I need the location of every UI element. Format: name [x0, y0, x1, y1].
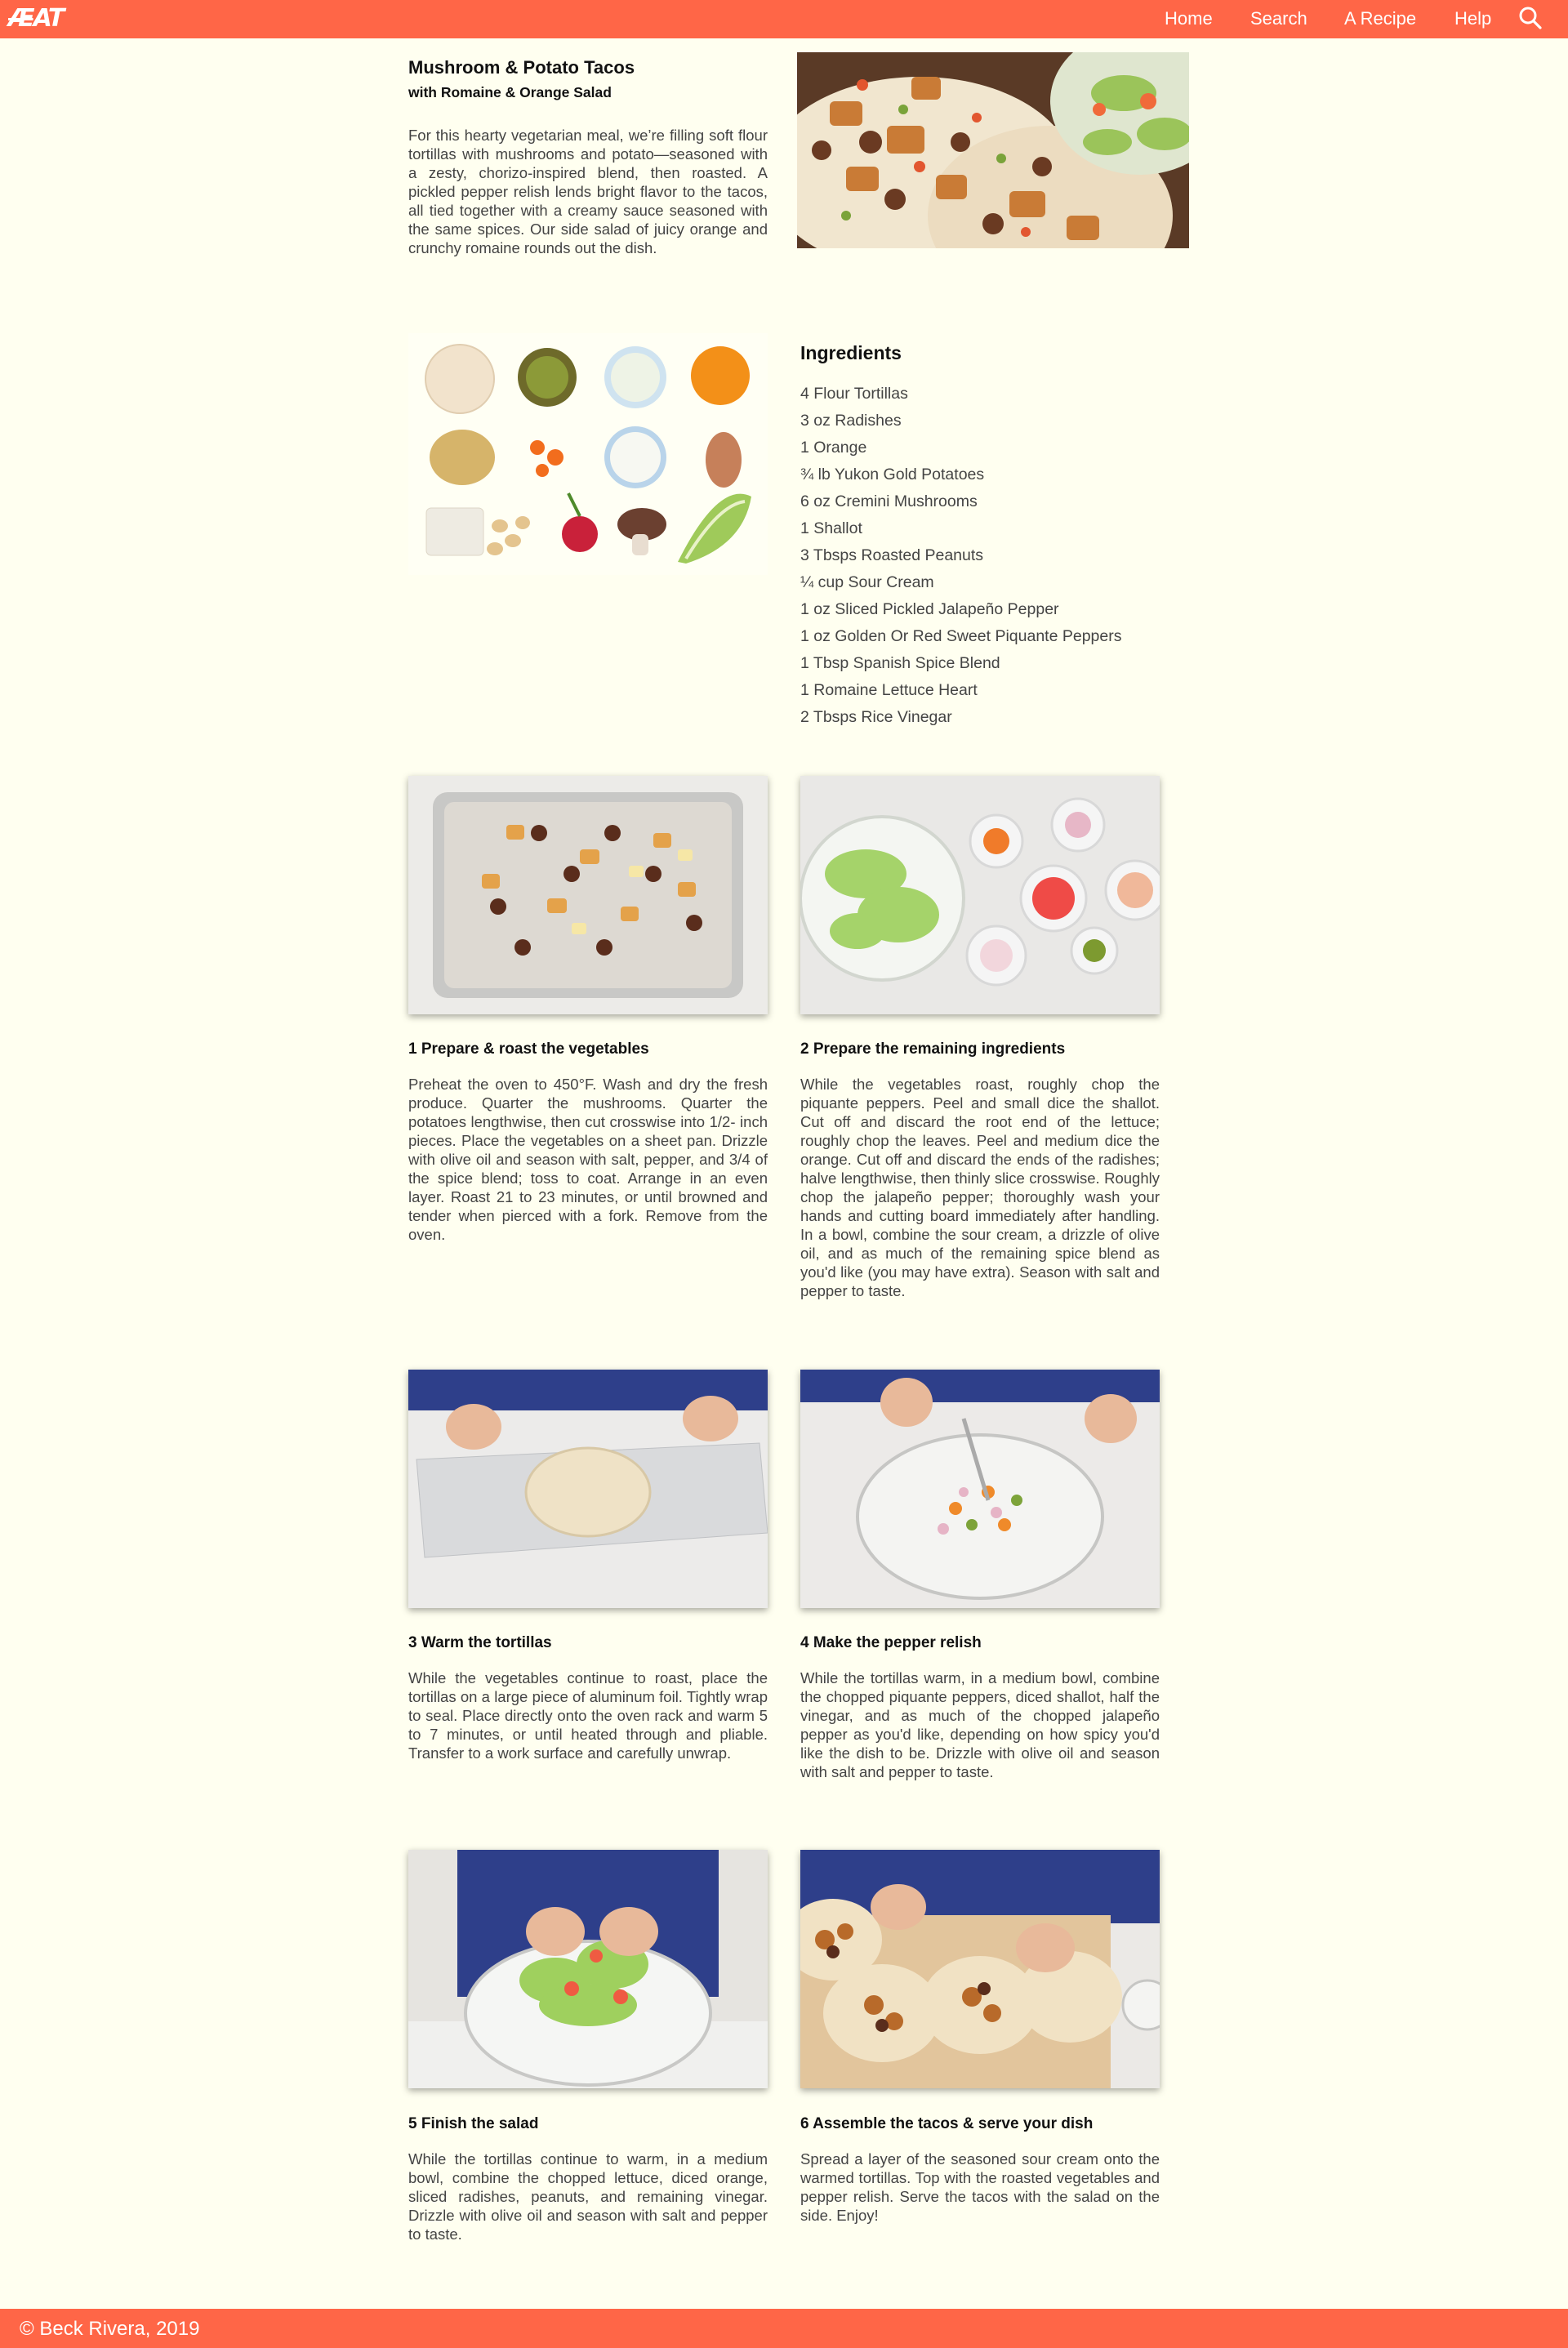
step-2-title: 2 Prepare the remaining ingredients: [800, 1040, 1066, 1058]
step-6-text: Spread a layer of the seasoned sour crea…: [800, 2150, 1160, 2224]
ingredient-item: 3 oz Radishes: [800, 412, 902, 430]
nav-home-link[interactable]: Home: [1165, 7, 1213, 30]
site-logo[interactable]: ÆAT: [8, 6, 69, 32]
ingredient-item: 1 Tbsp Spanish Spice Blend: [800, 654, 1000, 672]
recipe-description: For this hearty vegetarian meal, we’re f…: [408, 127, 768, 256]
ingredient-item: 1 oz Sliced Pickled Jalapeño Pepper: [800, 600, 1059, 618]
hero-tacos-photo: [797, 52, 1189, 248]
copyright-text: © Beck Rivera, 2019: [20, 2318, 200, 2340]
step-4-title: 4 Make the pepper relish: [800, 1634, 982, 1651]
ingredient-item: 1 Romaine Lettuce Heart: [800, 681, 978, 699]
ingredients-photo: [408, 333, 768, 575]
step-6-title: 6 Assemble the tacos & serve your dish: [800, 2115, 1094, 2132]
step-5-photo: [408, 1850, 768, 2088]
step-3-text: While the vegetables continue to roast, …: [408, 1669, 768, 1762]
ingredient-item: 3 Tbsps Roasted Peanuts: [800, 546, 984, 564]
search-icon[interactable]: [1517, 5, 1544, 31]
step-2-text: While the vegetables roast, roughly chop…: [800, 1076, 1160, 1299]
ingredient-item: 2 Tbsps Rice Vinegar: [800, 708, 952, 726]
ingredient-item: 6 oz Cremini Mushrooms: [800, 492, 978, 510]
recipe-title: Mushroom & Potato Tacos: [408, 57, 635, 78]
ingredient-item: ¾ lb Yukon Gold Potatoes: [800, 466, 985, 483]
nav-search-link[interactable]: Search: [1250, 7, 1307, 30]
ingredients-heading: Ingredients: [800, 342, 902, 363]
step-1-text: Preheat the oven to 450°F. Wash and dry …: [408, 1076, 768, 1243]
step-1-photo: [408, 776, 768, 1014]
top-navigation-bar: ÆAT Home Search A Recipe Help: [0, 0, 1568, 38]
nav-recipe-link[interactable]: A Recipe: [1344, 7, 1416, 30]
footer-bar: © Beck Rivera, 2019: [0, 2309, 1568, 2348]
step-3-photo: [408, 1370, 768, 1608]
ingredients-list: 4 Flour Tortillas 3 oz Radishes 1 Orange…: [800, 381, 1122, 731]
ingredient-item: 4 Flour Tortillas: [800, 385, 908, 403]
ingredient-item: 1 Orange: [800, 439, 867, 457]
recipe-subtitle: with Romaine & Orange Salad: [408, 84, 612, 100]
step-2-photo: [800, 776, 1160, 1014]
step-4-photo: [800, 1370, 1160, 1608]
step-5-text: While the tortillas continue to warm, in…: [408, 2150, 768, 2243]
step-3-title: 3 Warm the tortillas: [408, 1634, 552, 1651]
nav-help-link[interactable]: Help: [1454, 7, 1491, 30]
ingredient-item: ¼ cup Sour Cream: [800, 573, 934, 591]
ingredient-item: 1 oz Golden Or Red Sweet Piquante Pepper…: [800, 627, 1122, 645]
step-5-title: 5 Finish the salad: [408, 2115, 539, 2132]
step-1-title: 1 Prepare & roast the vegetables: [408, 1040, 649, 1058]
step-4-text: While the tortillas warm, in a medium bo…: [800, 1669, 1160, 1780]
step-6-photo: [800, 1850, 1160, 2088]
ingredient-item: 1 Shallot: [800, 519, 862, 537]
